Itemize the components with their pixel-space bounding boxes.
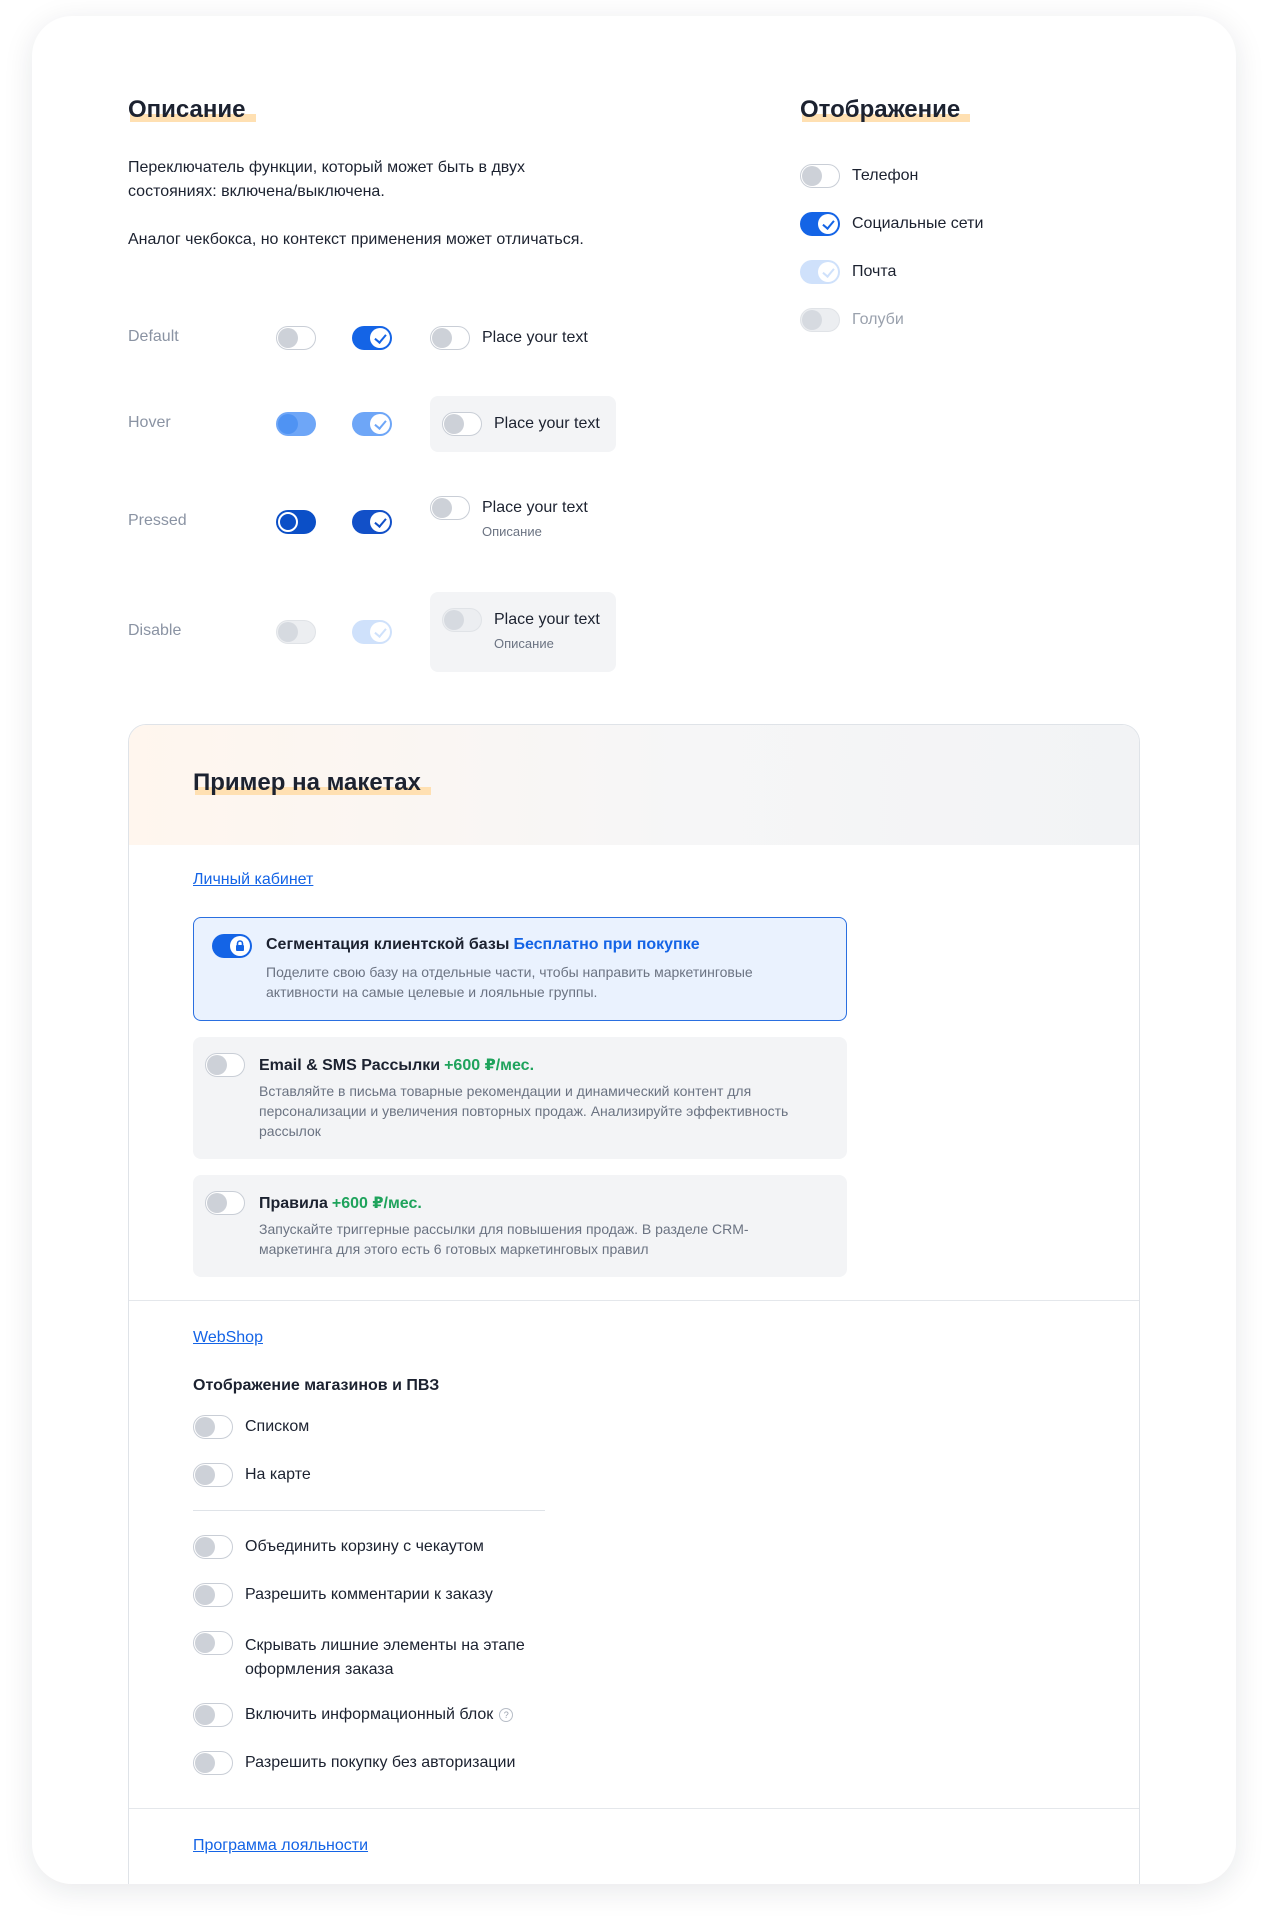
toggle-social[interactable] — [800, 212, 840, 236]
toggle-pigeons — [800, 308, 840, 332]
toggle-hover-labeled[interactable] — [442, 412, 482, 436]
toggle-pressed-text: Place your text — [482, 499, 588, 516]
toggle-disabled-on — [352, 620, 392, 644]
toggle-pressed-caption: Описание — [482, 524, 542, 539]
toggle-guest-checkout[interactable] — [193, 1751, 233, 1775]
help-icon[interactable]: ? — [499, 1707, 514, 1722]
toggle-disabled-labeled — [442, 608, 482, 632]
webshop-heading: Отображение магазинов и ПВЗ — [193, 1377, 440, 1394]
loyalty-link[interactable]: Программа лояльности — [193, 1837, 368, 1855]
toggle-phone[interactable] — [800, 164, 840, 188]
feature-email-sms-desc: Вставляйте в письма товарные рекомендаци… — [259, 1083, 789, 1139]
toggle-list-view-label: Списком — [245, 1418, 310, 1435]
description-text-1: Переключатель функции, который может быт… — [128, 159, 525, 200]
state-hover-label: Hover — [128, 414, 171, 431]
toggle-info-block-label: Включить информационный блок — [245, 1706, 494, 1723]
lock-icon — [230, 936, 250, 956]
toggle-disabled-caption: Описание — [494, 636, 554, 651]
toggle-disabled-off — [276, 620, 316, 644]
state-disable-label: Disable — [128, 622, 182, 639]
toggle-hide-elements[interactable] — [193, 1631, 233, 1655]
toggle-email-sms[interactable] — [205, 1053, 245, 1077]
toggle-comments-label: Разрешить комментарии к заказу — [245, 1586, 493, 1603]
webshop-divider — [193, 1510, 545, 1511]
divider-1 — [129, 1300, 1139, 1301]
feature-segmentation[interactable]: Сегментация клиентской базы Бесплатно при… — [193, 917, 847, 1021]
toggle-hover-off[interactable] — [276, 412, 316, 436]
toggle-merge-cart[interactable] — [193, 1535, 233, 1559]
toggle-map-view-label: На карте — [245, 1466, 311, 1483]
description-text-2: Аналог чекбокса, но контекст применения … — [128, 231, 584, 248]
toggle-disabled-labeled-box — [430, 592, 616, 672]
display-title: Отображение — [800, 96, 971, 123]
feature-email-sms[interactable]: Email & SMS Рассылки +600 ₽/мес. Вставляй… — [193, 1037, 847, 1159]
toggle-default-text: Place your text — [482, 329, 588, 346]
toggle-comments[interactable] — [193, 1583, 233, 1607]
feature-rules-title: Правила +600 ₽/мес. — [259, 1195, 422, 1212]
example-title: Пример на макетах — [193, 769, 431, 796]
feature-rules[interactable]: Правила +600 ₽/мес. Запускайте триггерные… — [193, 1175, 847, 1277]
toggle-default-on[interactable] — [352, 326, 392, 350]
feature-rules-price: +600 ₽/мес. — [331, 1195, 422, 1212]
toggle-pigeons-label: Голуби — [852, 311, 904, 328]
toggle-merge-cart-label: Объединить корзину с чекаутом — [245, 1538, 484, 1555]
toggle-guest-checkout-label: Разрешить покупку без авторизации — [245, 1754, 516, 1771]
toggle-segmentation[interactable] — [212, 934, 252, 958]
toggle-default-off[interactable] — [276, 326, 316, 350]
feature-segmentation-badge: Бесплатно при покупке — [513, 936, 700, 953]
feature-segmentation-title: Сегментация клиентской базы Бесплатно при… — [266, 936, 700, 953]
toggle-info-block-label-row: Включить информационный блок? — [245, 1706, 514, 1724]
state-pressed-label: Pressed — [128, 512, 187, 529]
divider-2 — [129, 1808, 1139, 1809]
toggle-phone-label: Телефон — [852, 167, 919, 184]
toggle-info-block[interactable] — [193, 1703, 233, 1727]
toggle-list-view[interactable] — [193, 1415, 233, 1439]
feature-email-sms-title: Email & SMS Рассылки +600 ₽/мес. — [259, 1057, 535, 1074]
feature-email-sms-price: +600 ₽/мес. — [444, 1057, 535, 1074]
state-default-label: Default — [128, 328, 179, 345]
toggle-map-view[interactable] — [193, 1463, 233, 1487]
example-panel: Пример на макетах Личный кабинет Сегмент… — [128, 724, 1140, 1884]
feature-rules-desc: Запускайте триггерные рассылки для повыш… — [259, 1221, 749, 1257]
toggle-mail[interactable] — [800, 260, 840, 284]
feature-segmentation-desc: Поделите свою базу на отдельные части, ч… — [266, 964, 753, 1000]
toggle-pressed-on[interactable] — [352, 510, 392, 534]
account-link[interactable]: Личный кабинет — [193, 871, 313, 889]
webshop-link[interactable]: WebShop — [193, 1329, 263, 1347]
toggle-hover-text: Place your text — [494, 415, 600, 432]
toggle-pressed-off[interactable] — [276, 510, 316, 534]
toggle-hide-elements-label: Скрывать лишние элементы на этапе оформл… — [245, 1637, 525, 1678]
toggle-disabled-text: Place your text — [494, 611, 600, 628]
toggle-hover-on[interactable] — [352, 412, 392, 436]
toggle-mail-label: Почта — [852, 263, 897, 280]
toggle-social-label: Социальные сети — [852, 215, 984, 232]
toggle-rules[interactable] — [205, 1191, 245, 1215]
toggle-default-labeled[interactable] — [430, 326, 470, 350]
description-title: Описание — [128, 96, 255, 123]
main-card: Описание Переключатель функции, который … — [32, 16, 1236, 1884]
toggle-pressed-labeled[interactable] — [430, 496, 470, 520]
